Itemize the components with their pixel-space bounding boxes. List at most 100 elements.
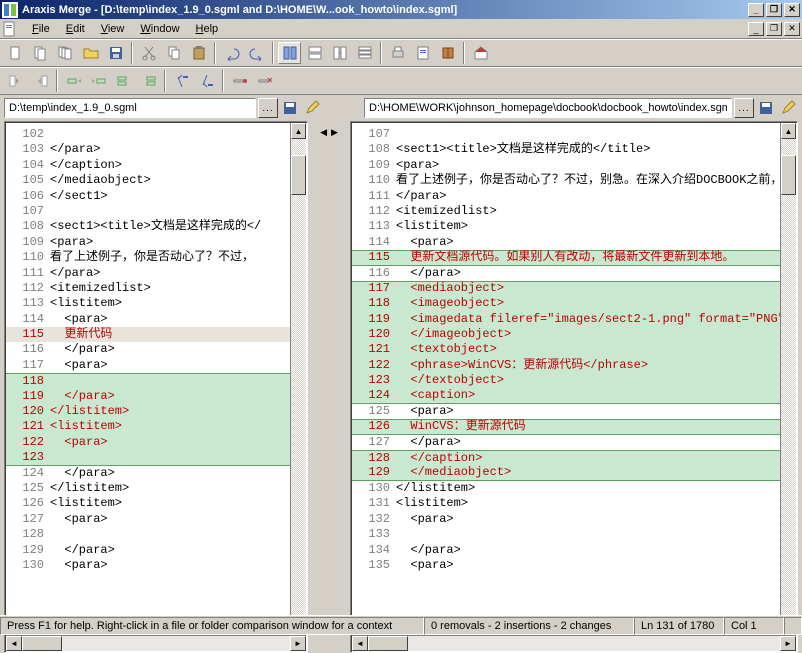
left-vscroll[interactable]: ▲▼: [290, 123, 306, 635]
menu-window[interactable]: Window: [132, 21, 187, 37]
code-line[interactable]: 129 </para>: [6, 543, 306, 558]
merge-right-button[interactable]: [29, 70, 52, 92]
code-line[interactable]: 121 <textobject>: [352, 342, 796, 357]
code-line[interactable]: 110看了上述例子，你是否动心了？不过，别急。在深入介绍DOCBOOK之前，: [352, 173, 796, 188]
code-line[interactable]: 130</listitem>: [352, 481, 796, 496]
menu-help[interactable]: Help: [188, 21, 227, 37]
left-code[interactable]: 102103</para>104</caption>105</mediaobje…: [6, 123, 306, 635]
view-stacked-button[interactable]: [353, 42, 376, 64]
insert-left-button[interactable]: [112, 70, 135, 92]
report-button[interactable]: [411, 42, 434, 64]
code-line[interactable]: 117 <mediaobject>: [352, 281, 796, 296]
merge-left-button[interactable]: [4, 70, 27, 92]
code-line[interactable]: 111</para>: [6, 266, 306, 281]
code-line[interactable]: 110看了上述例子，你是否动心了？不过，: [6, 250, 306, 265]
code-line[interactable]: 115 更新文档源代码。如果别人有改动，将最新文件更新到本地。◂◂: [352, 250, 796, 265]
code-line[interactable]: 119 <imagedata fileref="images/sect2-1.p…: [352, 312, 796, 327]
code-line[interactable]: 118 <imageobject>: [352, 296, 796, 311]
menu-view[interactable]: View: [93, 21, 133, 37]
insert-right-button[interactable]: [137, 70, 160, 92]
code-line[interactable]: 130 <para>: [6, 558, 306, 573]
right-path-input[interactable]: [364, 98, 732, 118]
replace-right-button[interactable]: [87, 70, 110, 92]
cut-button[interactable]: [137, 42, 160, 64]
code-line[interactable]: 129 </mediaobject>: [352, 466, 796, 481]
close-button[interactable]: ✕: [784, 3, 800, 17]
code-line[interactable]: 109<para>: [6, 235, 306, 250]
code-line[interactable]: 125 <para>: [352, 404, 796, 419]
left-browse-button[interactable]: ...: [258, 98, 278, 118]
code-line[interactable]: 134 </para>: [352, 543, 796, 558]
code-line[interactable]: 122 <para>: [6, 435, 306, 450]
code-line[interactable]: 108<sect1><title>文档是这样完成的</title>: [352, 142, 796, 157]
code-line[interactable]: 106</sect1>: [6, 189, 306, 204]
redo-button[interactable]: [245, 42, 268, 64]
view-linked-button[interactable]: [328, 42, 351, 64]
code-line[interactable]: 107: [6, 204, 306, 219]
code-line[interactable]: 127 <para>: [6, 512, 306, 527]
book-button[interactable]: [436, 42, 459, 64]
code-line[interactable]: 128: [6, 527, 306, 542]
code-line[interactable]: 116 </para>: [352, 266, 796, 281]
code-line[interactable]: 113<listitem>: [6, 296, 306, 311]
prev-diff-button[interactable]: [170, 70, 193, 92]
code-line[interactable]: 128 </caption>: [352, 450, 796, 465]
left-edit-icon[interactable]: [302, 98, 322, 118]
home-button[interactable]: [469, 42, 492, 64]
code-line[interactable]: 120</listitem>: [6, 404, 306, 419]
code-line[interactable]: 107: [352, 127, 796, 142]
view-vertical-button[interactable]: [278, 42, 301, 64]
code-line[interactable]: 123 </textobject>: [352, 373, 796, 388]
code-line[interactable]: 118: [6, 373, 306, 388]
mdi-close-button[interactable]: ✕: [784, 22, 800, 36]
code-line[interactable]: 131<listitem>: [352, 496, 796, 511]
right-code[interactable]: 107108<sect1><title>文档是这样完成的</title>109<…: [352, 123, 796, 635]
code-line[interactable]: 114 <para>: [352, 235, 796, 250]
code-line[interactable]: 119 </para>: [6, 389, 306, 404]
right-save-icon[interactable]: [756, 98, 776, 118]
code-line[interactable]: 126 WinCVS：更新源代码: [352, 419, 796, 434]
minimize-button[interactable]: _: [748, 3, 764, 17]
next-diff-button[interactable]: [195, 70, 218, 92]
right-hscroll[interactable]: ◄►: [352, 635, 796, 651]
save-button[interactable]: [104, 42, 127, 64]
bookmark-button[interactable]: [228, 70, 251, 92]
undo-button[interactable]: [220, 42, 243, 64]
code-line[interactable]: 133: [352, 527, 796, 542]
code-line[interactable]: 104</caption>: [6, 158, 306, 173]
copy-button[interactable]: [162, 42, 185, 64]
left-save-icon[interactable]: [280, 98, 300, 118]
code-line[interactable]: 124 </para>: [6, 466, 306, 481]
code-line[interactable]: 103</para>: [6, 142, 306, 157]
clear-bookmark-button[interactable]: [253, 70, 276, 92]
code-line[interactable]: 109<para>: [352, 158, 796, 173]
mdi-restore-button[interactable]: ❐: [766, 22, 782, 36]
code-line[interactable]: 120 </imageobject>: [352, 327, 796, 342]
view-horizontal-button[interactable]: [303, 42, 326, 64]
code-line[interactable]: 127 </para>: [352, 435, 796, 450]
code-line[interactable]: 116 </para>: [6, 342, 306, 357]
code-line[interactable]: 121<listitem>: [6, 419, 306, 434]
code-line[interactable]: 111</para>: [352, 189, 796, 204]
code-line[interactable]: 115 更新代码▸▸: [6, 327, 306, 342]
right-edit-icon[interactable]: [778, 98, 798, 118]
code-line[interactable]: 114 <para>: [6, 312, 306, 327]
code-line[interactable]: 124 <caption>: [352, 389, 796, 404]
folder-compare-button[interactable]: [79, 42, 102, 64]
new-button[interactable]: [4, 42, 27, 64]
new2-button[interactable]: [29, 42, 52, 64]
new3-button[interactable]: [54, 42, 77, 64]
replace-left-button[interactable]: [62, 70, 85, 92]
code-line[interactable]: 112<itemizedlist>: [352, 204, 796, 219]
right-browse-button[interactable]: ...: [734, 98, 754, 118]
code-line[interactable]: 112<itemizedlist>: [6, 281, 306, 296]
code-line[interactable]: 122 <phrase>WinCVS：更新源代码</phrase>: [352, 358, 796, 373]
code-line[interactable]: 132 <para>: [352, 512, 796, 527]
code-line[interactable]: 125</listitem>: [6, 481, 306, 496]
maximize-button[interactable]: ❐: [766, 3, 782, 17]
nav-left-icon[interactable]: ◀: [320, 127, 327, 138]
menu-edit[interactable]: Edit: [58, 21, 93, 37]
code-line[interactable]: 102: [6, 127, 306, 142]
code-line[interactable]: 117 <para>: [6, 358, 306, 373]
left-path-input[interactable]: [4, 98, 256, 118]
